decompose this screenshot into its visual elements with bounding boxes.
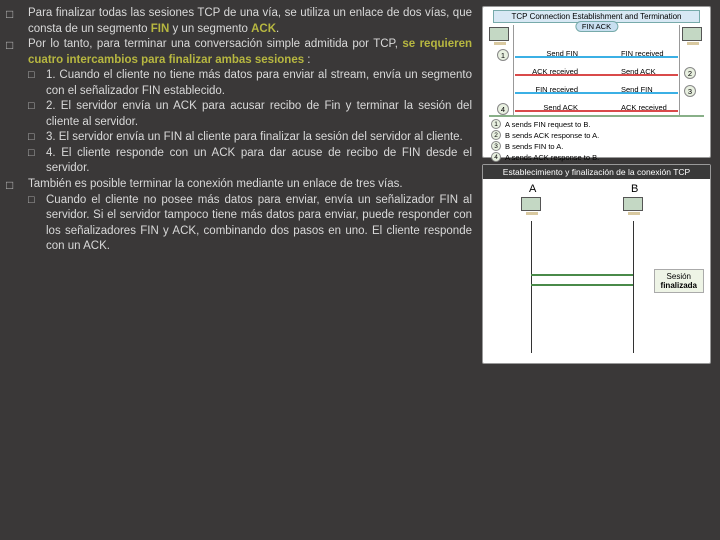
monitor-icon [682,27,704,47]
diagram-tcp-termination: TCP Connection Establishment and Termina… [482,6,711,158]
monitor-icon [521,197,543,217]
sub-4-text: 4. El cliente responde con un ACK para d… [46,146,472,177]
sub-item-4: □ 4. El cliente responde con un ACK para… [28,146,472,177]
sub-item-3: □ 3. El servidor envía un FIN al cliente… [28,130,472,146]
diagram-column: TCP Connection Establishment and Termina… [480,0,715,540]
dia2-body: A B Sesión finalizada [483,179,710,357]
sub-3-text: 3. El servidor envía un FIN al cliente p… [46,130,472,146]
diagram-establecimiento: Establecimiento y finalización de la con… [482,164,711,364]
bullet-2: □ Por lo tanto, para terminar una conver… [6,37,472,68]
leg-4: A sends ACK response to B. [505,153,599,162]
bullet-1-text: Para finalizar todas las sesiones TCP de… [28,6,472,37]
sub-marker: □ [28,146,46,177]
monitor-icon [623,197,645,217]
arrow-3 [515,87,678,99]
step-3: 3 [684,85,696,97]
session-box: Sesión finalizada [654,269,704,293]
step-4: 4 [497,103,509,115]
sub-item-2: □ 2. El servidor envía un ACK para acusa… [28,99,472,130]
timeline-a [513,25,514,115]
leg-3: B sends FIN to A. [505,142,563,151]
timeline-b [679,25,680,115]
sub-item-5: □ Cuando el cliente no posee más datos p… [28,193,472,255]
leg-1: A sends FIN request to B. [505,120,590,129]
timeline-a2 [531,221,532,353]
bullet-3-text: También es posible terminar la conexión … [28,177,472,193]
lbl-fin-received: FIN received [621,49,664,58]
lbl-send-fin-2: Send FIN [621,85,653,94]
dia1-body: 1 Send FIN FIN received ACK received Sen… [483,25,710,115]
leg-2: B sends ACK response to A. [505,131,599,140]
dia1-legend: 1A sends FIN request to B. 2B sends ACK … [489,115,704,165]
bullet-1: □ Para finalizar todas las sesiones TCP … [6,6,472,37]
label-b: B [631,183,638,195]
bullet-marker: □ [6,37,28,68]
bullet-marker: □ [6,6,28,37]
sub-marker: □ [28,99,46,130]
lbl-send-ack: Send ACK [621,67,656,76]
bullet-2-text: Por lo tanto, para terminar una conversa… [28,37,472,68]
sub-marker: □ [28,130,46,146]
slide-text-column: □ Para finalizar todas las sesiones TCP … [0,0,480,540]
sub-marker: □ [28,68,46,99]
sesion-label: Sesión [661,272,697,281]
lbl-ack-received-2: ACK received [621,103,667,112]
sub-1-text: 1. Cuando el cliente no tiene más datos … [46,68,472,99]
sub-item-1: □ 1. Cuando el cliente no tiene más dato… [28,68,472,99]
timeline-b2 [633,221,634,353]
dia2-title: Establecimiento y finalización de la con… [483,165,710,179]
session-line [531,284,633,286]
finalizada-label: finalizada [661,281,697,290]
sub-2-text: 2. El servidor envía un ACK para acusar … [46,99,472,130]
step-1: 1 [497,49,509,61]
session-line [531,274,633,276]
step-2: 2 [684,67,696,79]
sublist-1: □ 1. Cuando el cliente no tiene más dato… [6,68,472,177]
monitor-icon [489,27,511,47]
label-a: A [529,183,536,195]
sub-marker: □ [28,193,46,255]
sublist-2: □ Cuando el cliente no posee más datos p… [6,193,472,255]
bullet-3: □ También es posible terminar la conexió… [6,177,472,193]
bullet-marker: □ [6,177,28,193]
sub-5-text: Cuando el cliente no posee más datos par… [46,193,472,255]
